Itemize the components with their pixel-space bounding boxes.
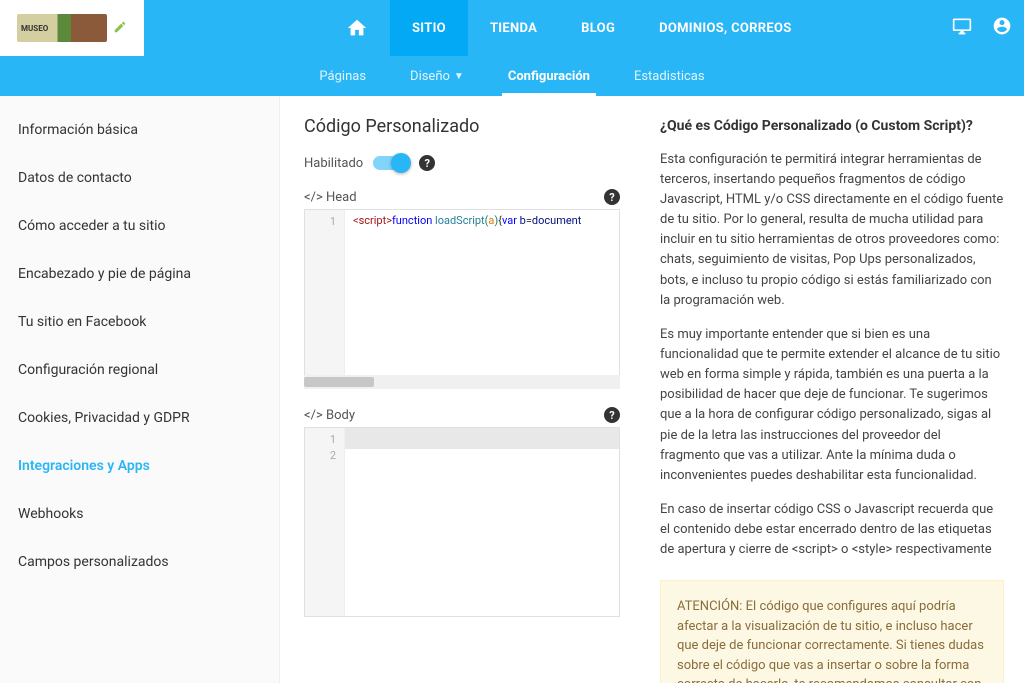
- main-panel: Código Personalizado Habilitado ? </> He…: [280, 96, 640, 683]
- help-text: Esta configuración te permitirá integrar…: [660, 150, 1004, 311]
- sub-nav: PáginasDiseño▼ConfiguraciónEstadisticas: [0, 56, 1024, 96]
- topnav-item[interactable]: SITIO: [390, 0, 468, 56]
- subnav-item[interactable]: Configuración: [490, 56, 608, 96]
- topnav-item[interactable]: DOMINIOS, CORREOS: [637, 0, 813, 56]
- sidebar-item[interactable]: Webhooks: [0, 490, 279, 538]
- enabled-label: Habilitado: [304, 156, 363, 171]
- sidebar-item[interactable]: Integraciones y Apps: [0, 442, 279, 490]
- help-text: En caso de insertar código CSS o Javascr…: [660, 500, 1004, 560]
- sidebar-item[interactable]: Campos personalizados: [0, 538, 279, 586]
- help-icon[interactable]: ?: [604, 189, 620, 205]
- top-nav: MUSEO SITIOTIENDABLOGDOMINIOS, CORREOS: [0, 0, 1024, 56]
- account-icon[interactable]: [992, 16, 1012, 40]
- pencil-icon[interactable]: [113, 19, 127, 38]
- help-heading: ¿Qué es Código Personalizado (o Custom S…: [660, 116, 1004, 138]
- sidebar-item[interactable]: Tu sitio en Facebook: [0, 298, 279, 346]
- head-code-editor[interactable]: 1 <script>function loadScript(a){var b=d…: [304, 209, 620, 389]
- subnav-item[interactable]: Páginas: [301, 56, 384, 96]
- sidebar: Información básicaDatos de contactoCómo …: [0, 96, 280, 683]
- sidebar-item[interactable]: Cookies, Privacidad y GDPR: [0, 394, 279, 442]
- sidebar-item[interactable]: Información básica: [0, 106, 279, 154]
- help-icon[interactable]: ?: [604, 407, 620, 423]
- warning-alert: ATENCIÓN: El código que configures aquí …: [660, 580, 1004, 683]
- subnav-item[interactable]: Estadisticas: [616, 56, 723, 96]
- brand: MUSEO: [0, 0, 144, 56]
- help-icon[interactable]: ?: [419, 155, 435, 171]
- head-section-label: </> Head: [304, 190, 357, 205]
- help-panel: ¿Qué es Código Personalizado (o Custom S…: [640, 96, 1024, 683]
- topnav-item[interactable]: TIENDA: [468, 0, 559, 56]
- scrollbar[interactable]: [304, 375, 620, 389]
- chevron-down-icon: ▼: [454, 71, 464, 82]
- brand-logo: MUSEO: [17, 14, 107, 42]
- topnav-item[interactable]: BLOG: [559, 0, 637, 56]
- body-code-editor[interactable]: 12: [304, 427, 620, 617]
- sidebar-item[interactable]: Configuración regional: [0, 346, 279, 394]
- body-section-label: </> Body: [304, 408, 355, 423]
- subnav-item[interactable]: Diseño▼: [392, 56, 482, 96]
- help-text: Es muy importante entender que si bien e…: [660, 325, 1004, 486]
- enabled-toggle[interactable]: [373, 156, 409, 170]
- sidebar-item[interactable]: Cómo acceder a tu sitio: [0, 202, 279, 250]
- home-tab[interactable]: [324, 0, 390, 56]
- sidebar-item[interactable]: Datos de contacto: [0, 154, 279, 202]
- sidebar-item[interactable]: Encabezado y pie de página: [0, 250, 279, 298]
- page-title: Código Personalizado: [304, 116, 620, 137]
- desktop-icon[interactable]: [952, 16, 972, 40]
